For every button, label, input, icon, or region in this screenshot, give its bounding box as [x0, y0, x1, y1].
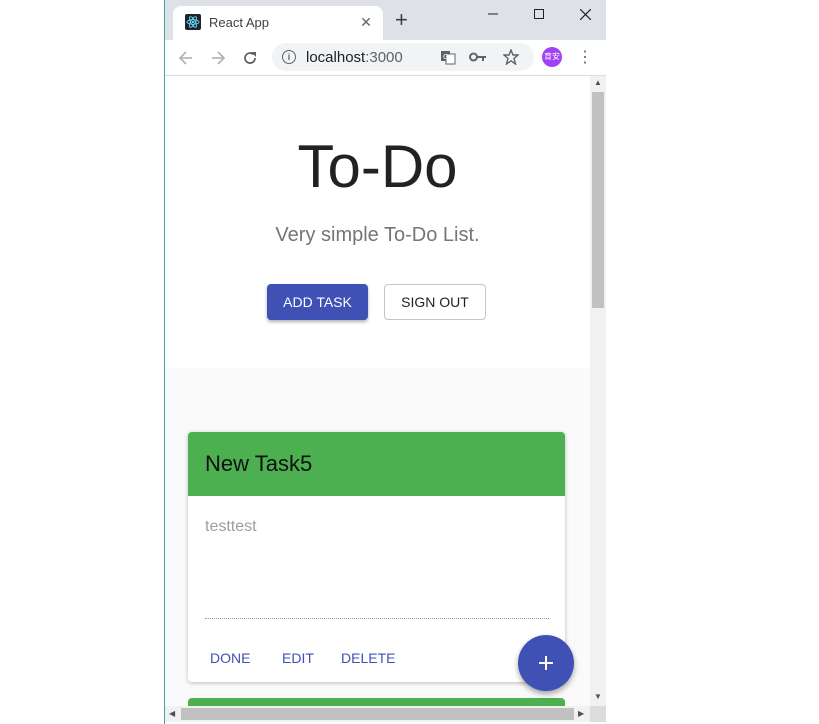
url-text: localhost:3000 [306, 49, 403, 66]
translate-icon[interactable]: G [439, 48, 457, 66]
task-card-header: New Task5 [188, 432, 565, 496]
new-tab-plus-icon[interactable]: + [395, 9, 408, 31]
address-bar[interactable]: i localhost:3000 G [272, 43, 534, 71]
star-icon[interactable] [502, 48, 520, 66]
plus-icon [539, 656, 553, 670]
add-task-fab[interactable] [518, 635, 574, 691]
browser-window: React App ✕ + i localhost:3000 G 育安 ⋮ To… [164, 0, 606, 724]
vertical-scroll-thumb[interactable] [592, 92, 604, 308]
info-icon[interactable]: i [282, 50, 296, 64]
scroll-down-icon[interactable]: ▼ [594, 692, 602, 702]
back-icon[interactable] [174, 46, 198, 70]
maximize-icon[interactable] [516, 0, 562, 28]
task-card-next-header [188, 698, 565, 706]
scroll-up-icon[interactable]: ▲ [594, 78, 602, 88]
sign-out-button[interactable]: SIGN OUT [384, 284, 486, 320]
done-button[interactable]: DONE [210, 650, 250, 666]
browser-tab[interactable]: React App ✕ [173, 6, 383, 40]
scrollbar-corner [590, 706, 606, 722]
tab-strip: React App ✕ + [165, 0, 606, 40]
horizontal-scrollbar[interactable]: ◀ ▶ [165, 706, 590, 722]
close-tab-icon[interactable]: ✕ [357, 13, 375, 31]
add-task-button[interactable]: ADD TASK [267, 284, 368, 320]
hero-section: To-Do Very simple To-Do List. ADD TASK S… [165, 76, 590, 368]
svg-text:G: G [443, 53, 448, 61]
reload-icon[interactable] [238, 46, 262, 70]
page-subtitle: Very simple To-Do List. [275, 224, 480, 246]
close-window-icon[interactable] [562, 0, 606, 28]
page-viewport: To-Do Very simple To-Do List. ADD TASK S… [165, 76, 590, 706]
horizontal-scroll-thumb[interactable] [181, 708, 574, 720]
task-title: New Task5 [205, 451, 313, 476]
scroll-right-icon[interactable]: ▶ [578, 709, 584, 719]
vertical-scrollbar[interactable]: ▲ ▼ [590, 76, 606, 706]
key-icon[interactable] [469, 48, 487, 66]
page-title: To-Do [297, 133, 458, 200]
minimize-icon[interactable] [470, 0, 516, 28]
task-divider [205, 618, 549, 619]
scroll-left-icon[interactable]: ◀ [169, 709, 175, 719]
profile-avatar[interactable]: 育安 [542, 47, 562, 67]
kebab-menu-icon[interactable]: ⋮ [577, 47, 593, 69]
edit-button[interactable]: EDIT [282, 650, 314, 666]
forward-icon[interactable] [206, 46, 230, 70]
browser-toolbar: i localhost:3000 G 育安 ⋮ [165, 40, 606, 76]
task-description: testtest [205, 518, 257, 535]
delete-button[interactable]: DELETE [341, 650, 395, 666]
react-favicon-icon [185, 14, 201, 30]
tab-title: React App [209, 15, 269, 30]
task-card: New Task5 testtest DONE EDIT DELETE [188, 432, 565, 682]
